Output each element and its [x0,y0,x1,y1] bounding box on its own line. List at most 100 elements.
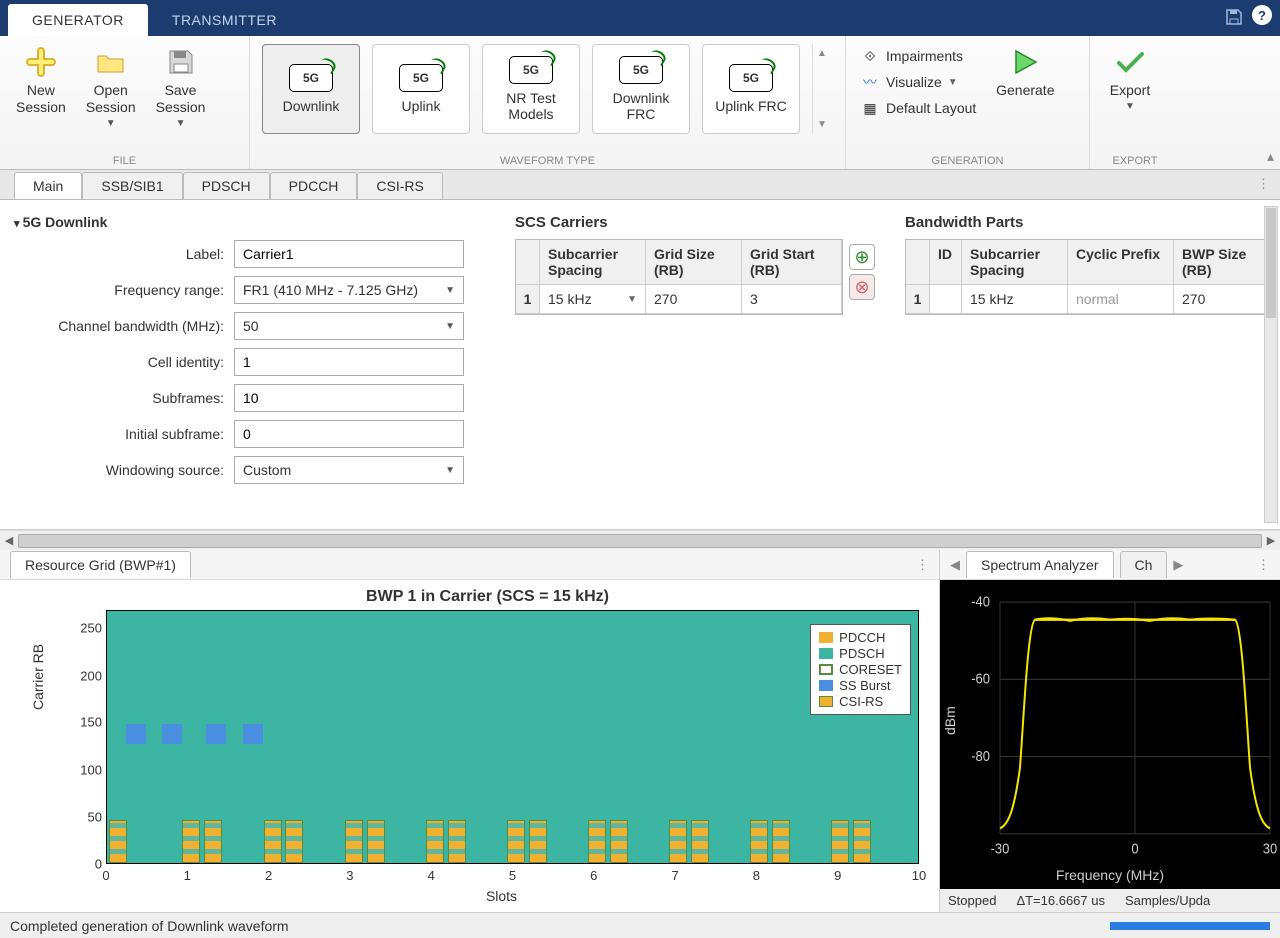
export-button[interactable]: Export▼ [1098,40,1162,118]
tab-ssb[interactable]: SSB/SIB1 [82,172,182,199]
svg-text:-30: -30 [991,841,1010,857]
add-row-button[interactable]: ⊕ [849,244,875,270]
visualize-icon: 〰 [860,72,880,92]
spec-status: StoppedΔT=16.6667 usSamples/Upda [940,889,1280,912]
scs-spacing-cell[interactable]: 15 kHz▼ [540,285,646,314]
bwp-title: Bandwidth Parts [905,214,1266,231]
visualize-button[interactable]: 〰Visualize▼ [860,72,976,92]
gen-group-label: GENERATION [854,152,1081,169]
check-icon [1115,46,1145,78]
config-tab-bar: Main SSB/SIB1 PDSCH PDCCH CSI-RS ⋮ [0,170,1280,200]
spectrum-pane: ◀ Spectrum Analyzer Ch ▶ ⋮ -40 -60 -80 -… [940,550,1280,912]
downlink-frc-button[interactable]: 5GDownlink FRC [592,44,690,134]
bw-label: Channel bandwidth (MHz): [14,318,234,334]
scs-size-cell[interactable]: 270 [646,285,742,314]
spec-menu-icon[interactable]: ⋮ [1257,557,1270,573]
svg-text:-60: -60 [971,671,990,687]
config-panel: 5G Downlink Label: Frequency range:FR1 (… [0,200,1280,530]
open-session-button[interactable]: Open Session▼ [78,40,144,135]
hscroll[interactable]: ◀▶ [0,530,1280,550]
default-layout-button[interactable]: ▦Default Layout [860,98,976,118]
spectrum-plot[interactable]: -40 -60 -80 -30 0 30 dBm Frequency (MHz) [940,580,1280,889]
svg-text:30: 30 [1263,841,1278,857]
play-icon [1010,46,1040,78]
rg-plot[interactable]: Carrier RB 050100150200250 [74,610,929,890]
bwp-spacing-cell[interactable]: 15 kHz [962,285,1068,314]
rg-xaxis: 012345678910 [106,866,919,890]
folder-icon [95,46,127,78]
tab-csirs[interactable]: CSI-RS [357,172,442,199]
layout-icon: ▦ [860,98,880,118]
5g-icon: 5G [509,56,553,84]
bwp-id-cell[interactable] [930,285,962,314]
disk-icon [167,46,195,78]
wave-up-icon[interactable]: ▲ [817,48,827,59]
delete-row-button[interactable]: ⊗ [849,274,875,300]
spec-ylabel: dBm [942,706,958,735]
bwp-table: Bandwidth Parts IDSubcarrier SpacingCycl… [905,214,1266,519]
svg-text:-40: -40 [971,594,990,610]
help-icon[interactable]: ? [1252,5,1272,25]
cell-input[interactable] [234,348,464,376]
resource-grid-pane: Resource Grid (BWP#1) ⋮ BWP 1 in Carrier … [0,550,940,912]
spec-prev-icon[interactable]: ◀ [950,557,960,573]
section-title[interactable]: 5G Downlink [14,214,491,230]
label-input[interactable] [234,240,464,268]
rg-tab[interactable]: Resource Grid (BWP#1) [10,551,191,578]
new-session-button[interactable]: New Session [8,40,74,122]
svg-text:0: 0 [1131,841,1139,857]
bwp-size-cell[interactable]: 270 [1174,285,1266,314]
tab-transmitter[interactable]: TRANSMITTER [148,4,301,36]
downlink-button[interactable]: 5GDownlink [262,44,360,134]
freq-select[interactable]: FR1 (410 MHz - 7.125 GHz)▼ [234,276,464,304]
scs-start-cell[interactable]: 3 [742,285,842,314]
spec-tab-other[interactable]: Ch [1120,551,1168,578]
file-group-label: FILE [8,152,241,169]
spec-xlabel: Frequency (MHz) [940,867,1280,883]
win-select[interactable]: Custom▼ [234,456,464,484]
tab-main[interactable]: Main [14,172,82,199]
rg-ylabel: Carrier RB [30,644,46,710]
app-tab-bar: GENERATOR TRANSMITTER ? [0,0,1280,36]
svg-text:-80: -80 [971,748,990,764]
scs-table: SCS Carriers Subcarrier SpacingGrid Size… [515,214,843,519]
rg-title: BWP 1 in Carrier (SCS = 15 kHz) [46,588,929,606]
impairments-icon: ⟐ [860,46,880,66]
label-label: Label: [14,246,234,262]
status-bar: Completed generation of Downlink wavefor… [0,912,1280,938]
wave-down-icon[interactable]: ▼ [817,119,827,130]
bw-select[interactable]: 50▼ [234,312,464,340]
rg-yaxis: 050100150200250 [74,610,106,864]
status-text: Completed generation of Downlink wavefor… [10,918,289,934]
vscroll[interactable] [1264,206,1278,523]
tab-pdsch[interactable]: PDSCH [183,172,270,199]
save-session-button[interactable]: Save Session▼ [148,40,214,135]
generate-button[interactable]: Generate [986,40,1064,105]
impairments-button[interactable]: ⟐Impairments [860,46,976,66]
isf-input[interactable] [234,420,464,448]
tab-pdcch[interactable]: PDCCH [270,172,358,199]
progress-bar [1110,922,1270,930]
rg-menu-icon[interactable]: ⋮ [916,557,929,573]
isf-label: Initial subframe: [14,426,234,442]
nr-test-models-button[interactable]: 5GNR Test Models [482,44,580,134]
sf-input[interactable] [234,384,464,412]
rg-xlabel: Slots [74,888,929,904]
bwp-prefix-cell[interactable]: normal [1068,285,1174,314]
scs-title: SCS Carriers [515,214,843,231]
5g-icon: 5G [729,64,773,92]
spec-tab[interactable]: Spectrum Analyzer [966,551,1114,578]
plus-icon [26,46,56,78]
5g-icon: 5G [619,56,663,84]
ribbon: New Session Open Session▼ Save Session▼ … [0,36,1280,170]
collapse-ribbon-icon[interactable]: ▴ [1267,148,1274,165]
5g-icon: 5G [289,64,333,92]
uplink-frc-button[interactable]: 5GUplink FRC [702,44,800,134]
save-icon[interactable] [1222,5,1246,29]
uplink-button[interactable]: 5GUplink [372,44,470,134]
5g-icon: 5G [399,64,443,92]
spec-next-icon[interactable]: ▶ [1173,557,1183,573]
tab-menu-icon[interactable]: ⋮ [1257,176,1270,192]
freq-label: Frequency range: [14,282,234,298]
tab-generator[interactable]: GENERATOR [8,4,148,36]
